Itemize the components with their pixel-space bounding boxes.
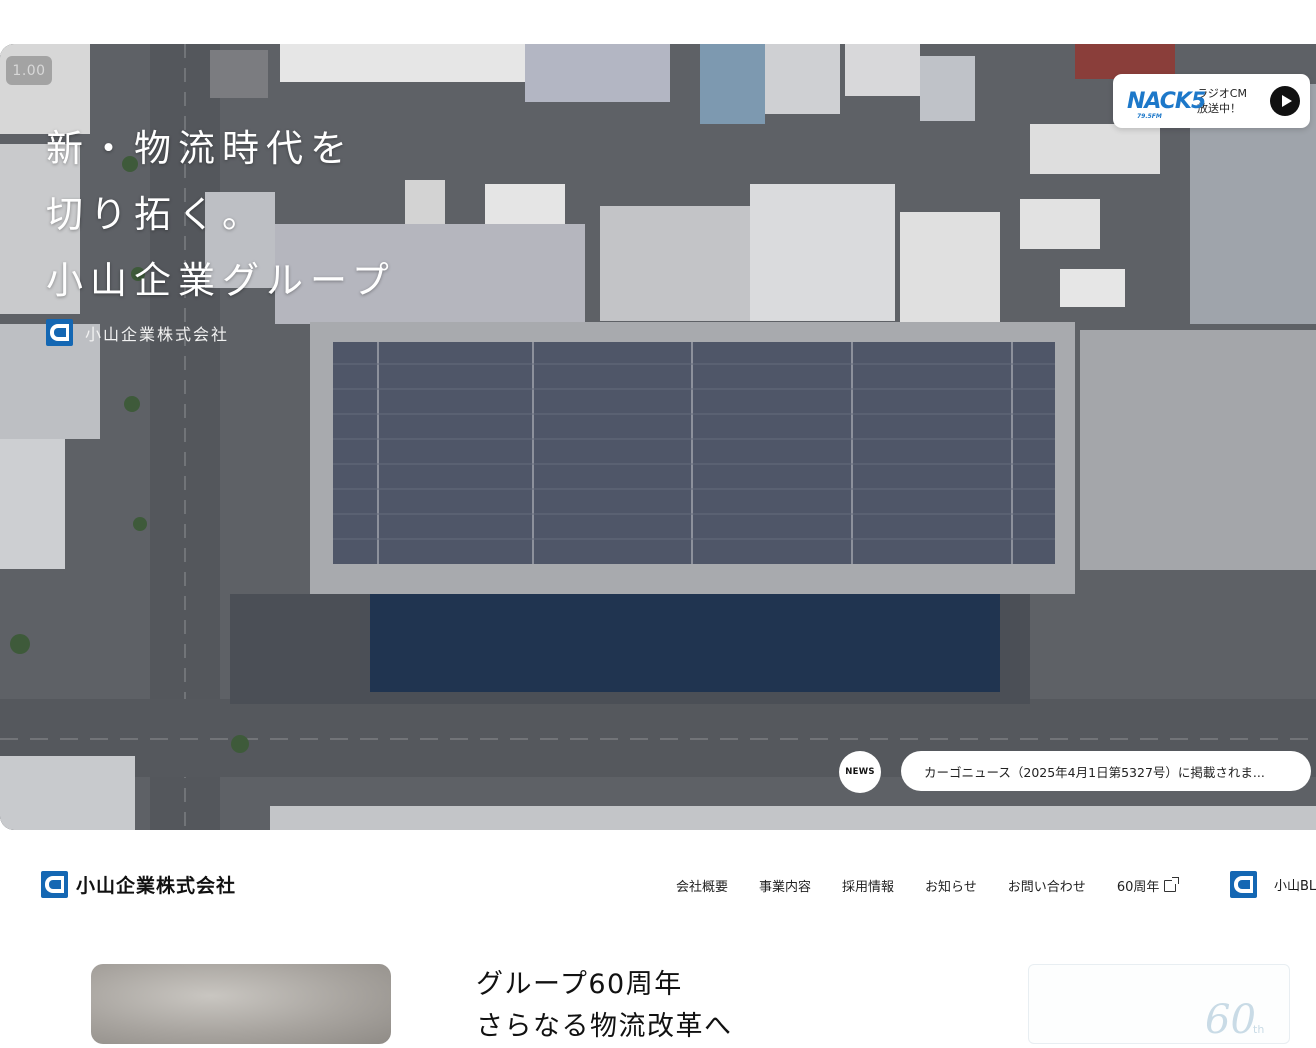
- playback-speed-badge[interactable]: 1.00: [6, 56, 52, 85]
- nav-item-contact[interactable]: お問い合わせ: [1008, 876, 1086, 895]
- anniversary-number: 60: [1205, 997, 1256, 1043]
- blog-link[interactable]: 小山BL: [1230, 871, 1316, 898]
- nack5-logo-frequency: 79.5FM: [1137, 112, 1162, 120]
- radio-cm-text: ラジオCM 放送中！: [1197, 86, 1270, 116]
- nav-item-label: お知らせ: [925, 880, 977, 895]
- nack5-logo: NACK5 79.5FM: [1127, 89, 1206, 120]
- header-brand-link[interactable]: 小山企業株式会社: [41, 871, 236, 898]
- play-icon: [1281, 95, 1292, 107]
- hero-headline-line: 小山企業グループ: [46, 259, 396, 302]
- company-logo-icon: [46, 319, 73, 346]
- radio-cm-line1: ラジオCM: [1197, 87, 1247, 100]
- feature-title-line: さらなる物流改革へ: [476, 1011, 733, 1042]
- feature-title: グループ60周年 さらなる物流改革へ: [476, 964, 733, 1048]
- hero-headline-line: 新・物流時代を: [46, 127, 354, 170]
- play-button[interactable]: [1270, 86, 1300, 116]
- hero-headline: 新・物流時代を 切り拓く。 小山企業グループ: [46, 116, 396, 314]
- company-logo-icon: [1230, 871, 1257, 898]
- hero-company-name: 小山企業株式会社: [85, 324, 230, 344]
- nav-item-label: 事業内容: [759, 880, 812, 895]
- nav-item-label: 会社概要: [676, 880, 729, 895]
- hero-video[interactable]: 1.00 新・物流時代を 切り拓く。 小山企業グループ 小山企業株式会社 NAC…: [0, 44, 1316, 830]
- nav-item-recruit[interactable]: 採用情報: [842, 876, 894, 895]
- anniversary-card[interactable]: 60 th: [1028, 964, 1290, 1044]
- nav-item-label: 採用情報: [842, 880, 895, 895]
- nack5-logo-text: NACK5: [1127, 88, 1206, 114]
- nav-item-company[interactable]: 会社概要: [676, 876, 728, 895]
- external-link-icon: [1164, 876, 1180, 892]
- news-badge: NEWS: [839, 751, 881, 793]
- anniversary-suffix: th: [1253, 1023, 1265, 1036]
- feature-image: [91, 964, 391, 1044]
- main-nav: 会社概要 事業内容 採用情報 お知らせ お問い合わせ 60周年: [676, 876, 1207, 895]
- nav-item-label: お問い合わせ: [1007, 880, 1086, 895]
- feature-title-line: グループ60周年: [476, 969, 683, 1000]
- nav-item-label: 60周年: [1116, 880, 1160, 895]
- hero-company: 小山企業株式会社: [46, 319, 229, 346]
- site-header: 小山企業株式会社 会社概要 事業内容 採用情報 お知らせ お問い合わせ 60周年…: [0, 855, 1316, 915]
- company-logo-icon: [41, 871, 68, 898]
- nav-item-news[interactable]: お知らせ: [925, 876, 977, 895]
- brand-name: 小山企業株式会社: [76, 875, 237, 897]
- nav-item-60th[interactable]: 60周年: [1116, 876, 1180, 895]
- news-headline-link[interactable]: カーゴニュース（2025年4月1日第5327号）に掲載されま...: [901, 751, 1311, 791]
- nav-item-business[interactable]: 事業内容: [759, 876, 811, 895]
- radio-cm-line2: 放送中！: [1197, 102, 1241, 115]
- radio-cm-card[interactable]: NACK5 79.5FM ラジオCM 放送中！: [1113, 74, 1310, 128]
- hero-headline-line: 切り拓く。: [46, 193, 266, 236]
- blog-link-label: 小山BL: [1274, 879, 1316, 894]
